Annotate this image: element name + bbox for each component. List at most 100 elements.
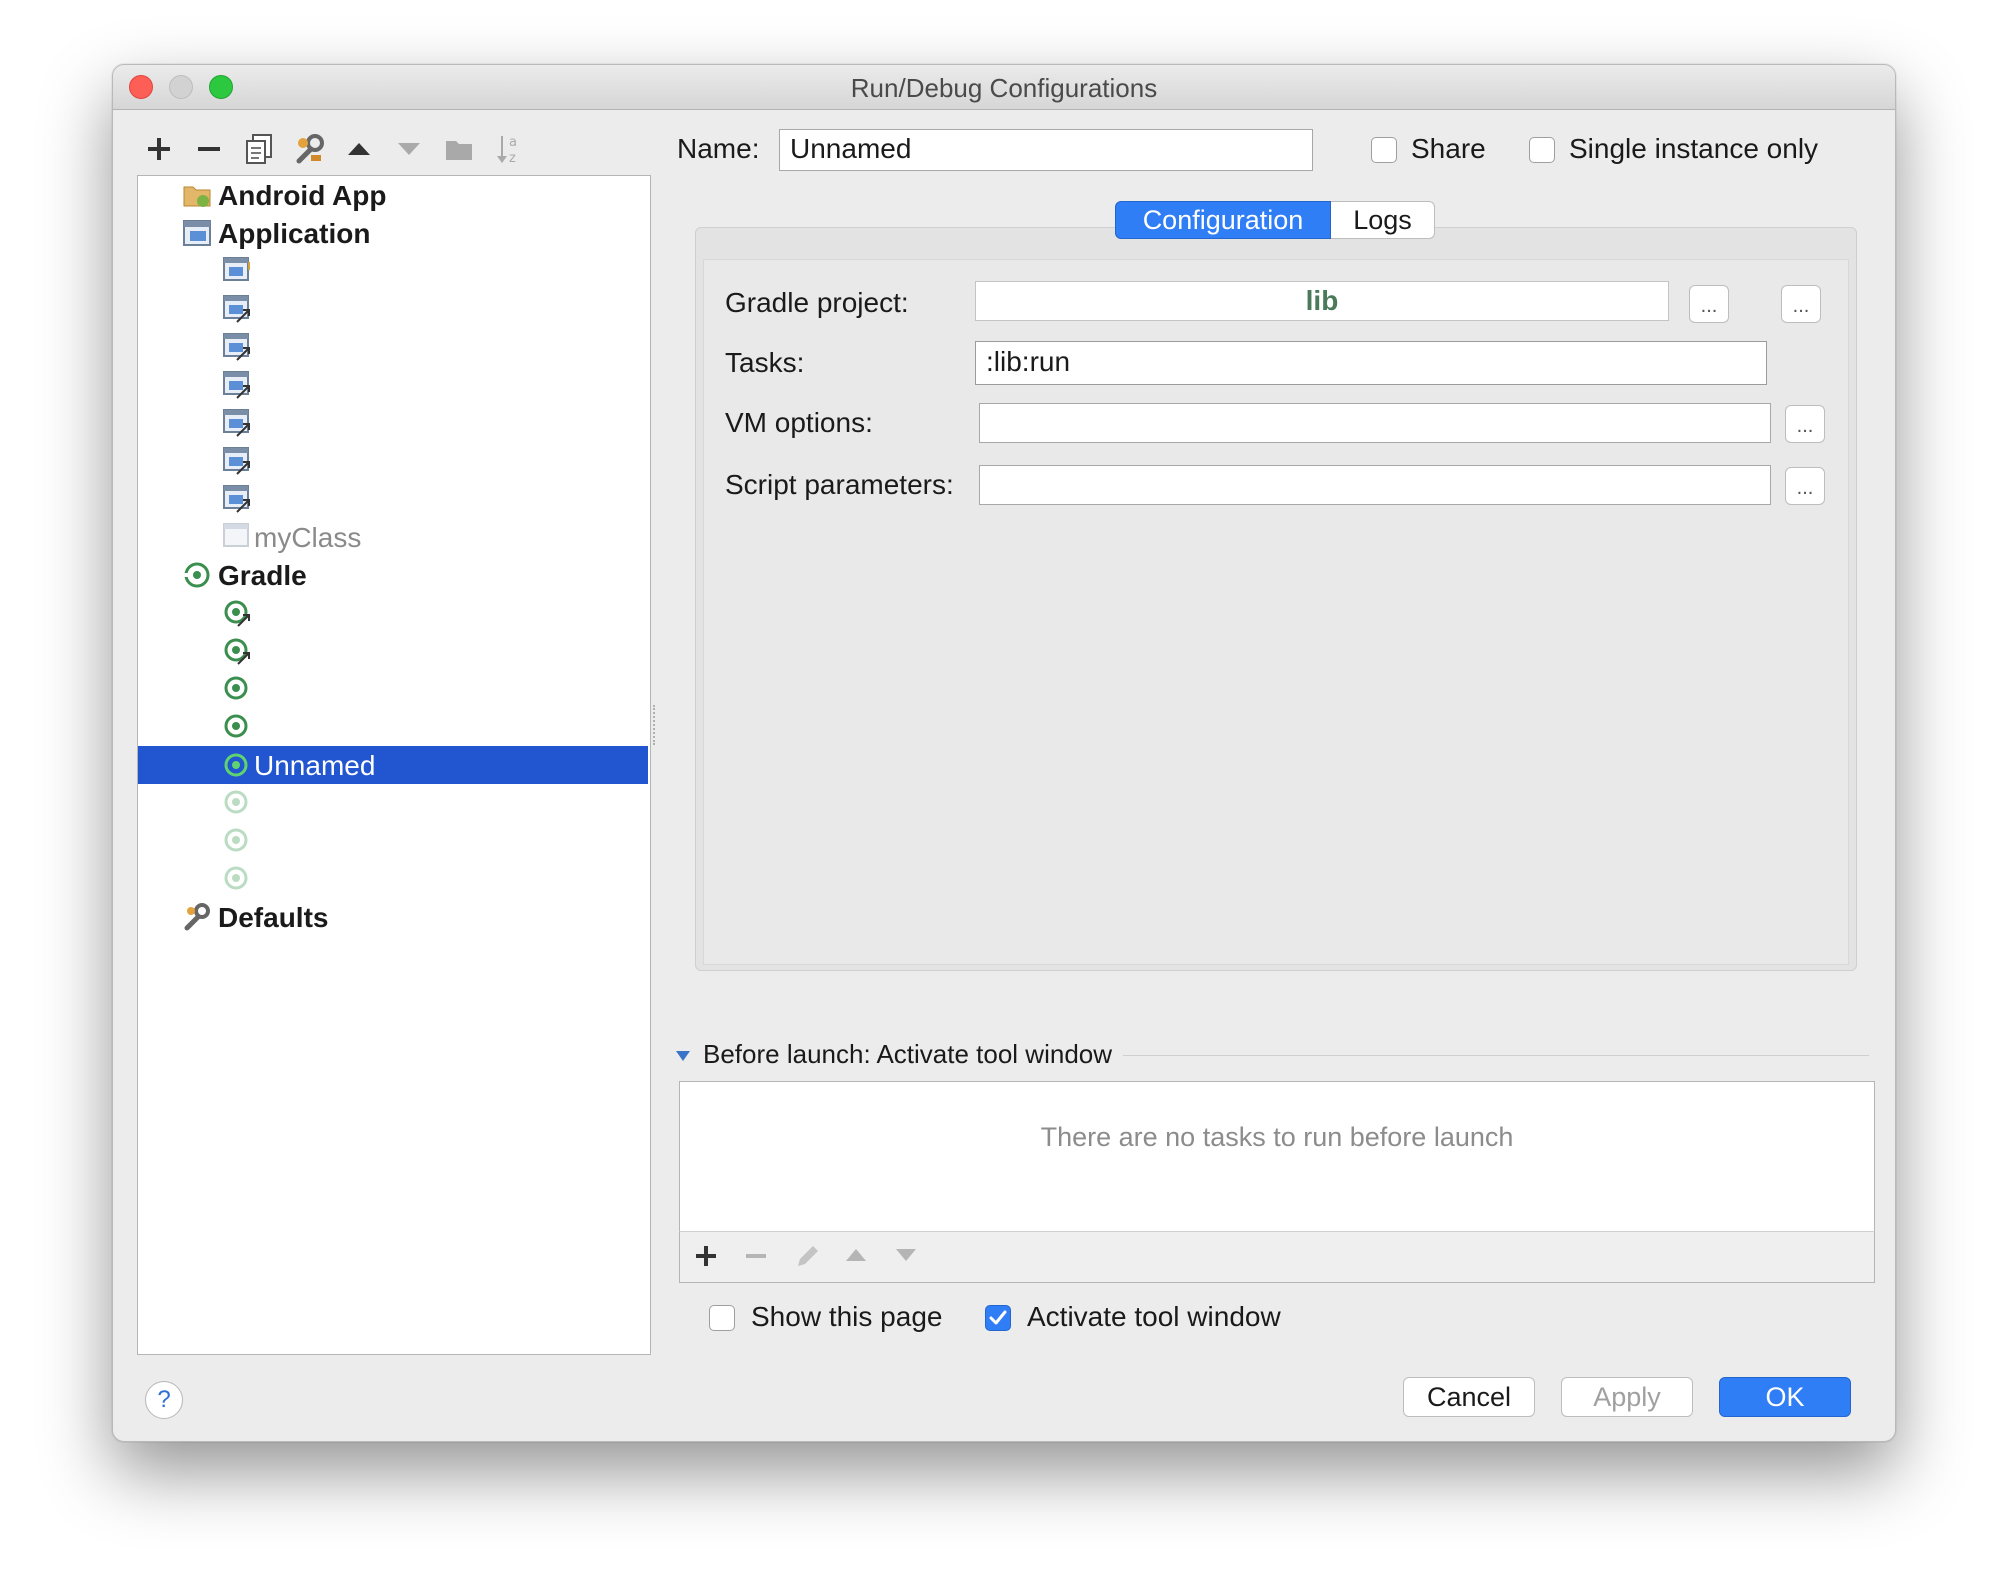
title-bar: Run/Debug Configurations (113, 65, 1895, 110)
tree-group-application[interactable]: Application (138, 214, 648, 252)
tree-group-label: Defaults (218, 902, 329, 933)
apply-button[interactable]: Apply (1561, 1377, 1693, 1417)
single-instance-checkbox[interactable] (1529, 137, 1555, 163)
application-config-icon (223, 371, 250, 399)
vm-options-expand-button[interactable]: ... (1785, 405, 1825, 443)
share-checkbox[interactable] (1371, 137, 1397, 163)
arrow-down-icon[interactable] (894, 1246, 918, 1266)
tasks-input[interactable]: :lib:run (975, 341, 1767, 385)
show-this-page-label: Show this page (751, 1301, 943, 1332)
wrench-icon (184, 903, 210, 931)
tree-item-label: myClass (254, 522, 362, 553)
cancel-button[interactable]: Cancel (1403, 1377, 1535, 1417)
folder-icon (446, 141, 472, 160)
script-parameters-input[interactable] (979, 465, 1771, 505)
svg-text:z: z (509, 151, 516, 166)
wrench-icon (296, 134, 324, 164)
tree-item-application[interactable] (138, 442, 648, 480)
gradle-config-faded-icon (224, 828, 248, 852)
splitter-handle[interactable] (653, 705, 661, 745)
tree-group-android-app[interactable]: Android App (138, 176, 648, 214)
move-down-button[interactable] (389, 129, 429, 169)
gradle-config-icon (224, 753, 248, 777)
ok-button[interactable]: OK (1719, 1377, 1851, 1417)
plus-icon[interactable] (694, 1244, 718, 1268)
minus-icon[interactable] (744, 1244, 768, 1268)
tab-configuration[interactable]: Configuration (1115, 201, 1331, 239)
tab-logs[interactable]: Logs (1331, 201, 1435, 239)
gradle-config-icon (224, 600, 250, 627)
vm-options-input[interactable] (979, 403, 1771, 443)
help-button[interactable]: ? (145, 1381, 183, 1419)
tree-group-label: Gradle (218, 560, 307, 591)
run-debug-dialog: Run/Debug Configurations az Android App (112, 64, 1896, 1442)
tree-group-gradle[interactable]: Gradle (138, 556, 648, 594)
script-parameters-label: Script parameters: (725, 469, 954, 500)
gradle-config-faded-icon (224, 790, 248, 814)
svg-text:a: a (509, 135, 517, 150)
name-input[interactable]: Unnamed (779, 129, 1313, 171)
arrow-down-icon (398, 143, 420, 155)
tree-item-application[interactable] (138, 366, 648, 404)
tree-item-application[interactable] (138, 404, 648, 442)
tree-group-defaults[interactable]: Defaults (138, 898, 648, 936)
move-up-button[interactable] (339, 129, 379, 169)
application-config-icon (223, 257, 250, 281)
pencil-icon[interactable] (794, 1242, 822, 1270)
script-parameters-expand-button[interactable]: ... (1785, 467, 1825, 505)
before-launch-divider (1123, 1055, 1869, 1056)
before-launch-empty-text: There are no tasks to run before launch (1040, 1122, 1514, 1152)
edit-defaults-button[interactable] (289, 129, 329, 169)
activate-tool-window-checkbox[interactable] (985, 1305, 1011, 1331)
activate-tool-window-label: Activate tool window (1027, 1301, 1281, 1332)
single-instance-label: Single instance only (1569, 133, 1819, 164)
gradle-project-select-button[interactable]: ... (1781, 285, 1821, 323)
tree-item-application[interactable] (138, 252, 648, 290)
create-folder-button[interactable] (439, 129, 479, 169)
gradle-config-icon (224, 638, 250, 665)
tree-group-label: Android App (218, 180, 387, 211)
tree-item-label: Unnamed (254, 750, 376, 781)
gradle-project-field[interactable]: lib (975, 281, 1669, 321)
tree-item-unnamed-selected[interactable]: Unnamed (138, 746, 648, 784)
tree-item-application[interactable] (138, 290, 648, 328)
remove-configuration-button[interactable] (189, 129, 229, 169)
before-launch-task-list[interactable]: There are no tasks to run before launch (679, 1081, 1875, 1233)
name-label: Name: (677, 133, 760, 164)
arrow-up-icon (348, 143, 370, 155)
tree-item-gradle[interactable] (138, 708, 648, 746)
gradle-project-label: Gradle project: (725, 287, 909, 318)
gradle-project-browse-button[interactable]: ... (1689, 285, 1729, 323)
tree-item-gradle-temporary[interactable] (138, 784, 648, 822)
copy-configuration-button[interactable] (239, 129, 279, 169)
tree-group-label: Application (218, 218, 371, 249)
sort-configurations-button[interactable]: az (489, 129, 529, 169)
tree-item-application[interactable] (138, 480, 648, 518)
application-config-icon (223, 409, 250, 437)
application-config-icon (223, 333, 250, 361)
show-this-page-checkbox[interactable] (709, 1305, 735, 1331)
arrow-up-icon[interactable] (844, 1246, 868, 1266)
tree-item-gradle-temporary[interactable] (138, 822, 648, 860)
before-launch-collapse-icon[interactable] (675, 1049, 691, 1063)
tree-item-gradle[interactable] (138, 632, 648, 670)
tree-item-gradle[interactable] (138, 594, 648, 632)
android-app-icon (183, 186, 211, 207)
minus-icon (198, 147, 220, 151)
tree-item-myclass[interactable]: myClass (138, 518, 648, 556)
copy-icon (246, 134, 272, 164)
tree-item-gradle-temporary[interactable] (138, 860, 648, 898)
before-launch-toolbar (679, 1231, 1875, 1283)
window-title: Run/Debug Configurations (850, 73, 1158, 103)
gradle-icon (184, 562, 210, 588)
tree-item-gradle[interactable] (138, 670, 648, 708)
share-label: Share (1411, 133, 1486, 164)
configuration-tree[interactable]: Android App Application myClass Gradle U… (137, 175, 651, 1355)
gradle-config-faded-icon (224, 866, 248, 890)
gradle-config-icon (224, 676, 248, 700)
application-config-disabled-icon (223, 523, 249, 547)
tasks-label: Tasks: (725, 347, 805, 378)
tree-item-application[interactable] (138, 328, 648, 366)
add-configuration-button[interactable] (139, 129, 179, 169)
application-config-icon (223, 295, 250, 323)
